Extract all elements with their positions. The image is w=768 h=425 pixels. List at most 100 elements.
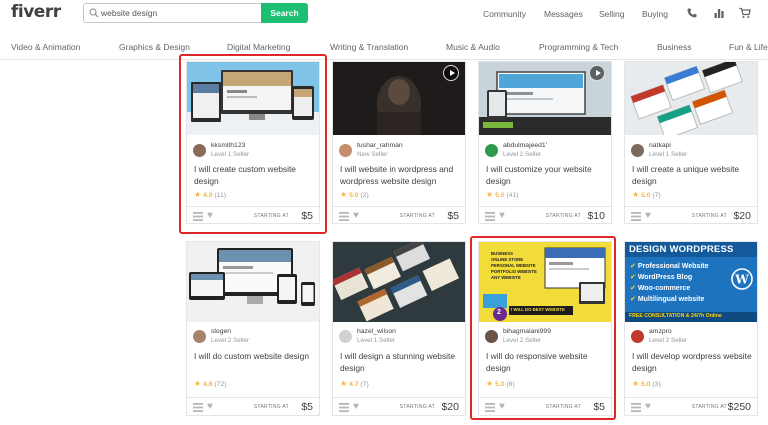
gig-title[interactable]: I will website in wordpress and wordpres… [340, 164, 464, 187]
category-writing-translation[interactable]: Writing & Translation [330, 42, 408, 52]
menu-icon[interactable] [339, 212, 349, 221]
heart-icon[interactable]: ♥ [207, 402, 213, 412]
heart-icon[interactable]: ♥ [645, 402, 651, 412]
starting-at-label: STARTING AT [545, 213, 581, 219]
gig-card[interactable]: abdulmajeed1' Level 2 Seller I will cust… [478, 61, 612, 224]
avatar[interactable] [339, 144, 352, 157]
avatar[interactable] [485, 144, 498, 157]
card-footer: ♥ STARTING AT $5 [333, 206, 465, 224]
seller-level: Level 2 Seller [649, 337, 688, 344]
rating-count: (41) [506, 192, 519, 199]
seller-name[interactable]: abdulmajeed1' [503, 142, 547, 149]
rating-value: 5.0 [349, 192, 359, 199]
gig-rating: ★ 5.0 (2) [340, 190, 369, 199]
gig-card[interactable]: DESIGN WORDPRESS ✔ Professional Website … [624, 241, 758, 416]
starting-at-label: STARTING AT [691, 213, 727, 219]
avatar[interactable] [339, 330, 352, 343]
thumbnail-lines: ✔ Professional Website ✔ WordPress Blog … [630, 261, 709, 305]
star-icon: ★ [340, 190, 348, 199]
gig-thumbnail[interactable] [187, 242, 319, 322]
category-fun-lifestyle[interactable]: Fun & Lifestyle [729, 42, 768, 52]
gig-rating: ★ 4.6 (72) [194, 379, 227, 388]
category-video-animation[interactable]: Video & Animation [11, 42, 80, 52]
seller-name[interactable]: amzpro [649, 328, 672, 335]
heart-icon[interactable]: ♥ [499, 211, 505, 221]
heart-icon[interactable]: ♥ [645, 211, 651, 221]
category-programming-tech[interactable]: Programming & Tech [539, 42, 618, 52]
seller-info: amzpro Level 2 Seller [631, 328, 751, 350]
nav-buying[interactable]: Buying [642, 9, 668, 19]
search-icon [89, 8, 99, 18]
category-business[interactable]: Business [657, 42, 692, 52]
gig-price: $250 [727, 401, 751, 413]
nav-community[interactable]: Community [483, 9, 526, 19]
gig-card[interactable]: natkapi Level 1 Seller I will create a u… [624, 61, 758, 224]
gig-card[interactable]: hazel_wilson Level 1 Seller I will desig… [332, 241, 466, 416]
thumbnail-footer: FREE CONSULTATION & 24/7h Online [629, 313, 722, 319]
category-graphics-design[interactable]: Graphics & Design [119, 42, 190, 52]
card-footer: ♥ STARTING AT $250 [625, 397, 757, 415]
play-icon[interactable] [443, 65, 459, 81]
nav-selling[interactable]: Selling [599, 9, 625, 19]
menu-icon[interactable] [485, 212, 495, 221]
thumbnail-title: DESIGN WORDPRESS [629, 244, 734, 255]
gig-title[interactable]: I will develop wordpress website design [632, 351, 756, 374]
avatar[interactable] [193, 330, 206, 343]
stats-icon[interactable] [713, 7, 725, 19]
fiverr-logo[interactable]: fiverr [11, 2, 61, 22]
gig-rating: ★ 5.0 (3) [632, 379, 661, 388]
play-icon[interactable] [589, 65, 605, 81]
seller-name[interactable]: hazel_wilson [357, 328, 396, 335]
gig-title[interactable]: I will customize your website design [486, 164, 610, 187]
gig-title[interactable]: I will do custom website design [194, 351, 318, 363]
seller-name[interactable]: natkapi [649, 142, 671, 149]
phone-icon[interactable] [686, 7, 698, 19]
seller-info: hazel_wilson Level 1 Seller [339, 328, 459, 350]
search-button[interactable]: Search [261, 3, 308, 23]
cart-icon[interactable] [739, 7, 751, 19]
gig-card[interactable]: slogen Level 2 Seller I will do custom w… [186, 241, 320, 416]
seller-level: Level 2 Seller [503, 151, 542, 158]
seller-level: New Seller [357, 151, 388, 158]
gig-title[interactable]: I will design a stunning website design [340, 351, 464, 374]
search-box[interactable] [83, 3, 261, 23]
heart-icon[interactable]: ♥ [353, 211, 359, 221]
star-icon: ★ [486, 190, 494, 199]
gig-rating: ★ 4.7 (7) [340, 379, 369, 388]
menu-icon[interactable] [339, 403, 349, 412]
rating-value: 4.7 [349, 381, 359, 388]
nav-messages[interactable]: Messages [544, 9, 583, 19]
avatar[interactable] [631, 330, 644, 343]
rating-count: (72) [214, 381, 227, 388]
gig-thumbnail[interactable] [333, 242, 465, 322]
gig-price: $20 [441, 401, 459, 413]
card-footer: ♥ STARTING AT $10 [479, 206, 611, 224]
gig-thumbnail[interactable] [625, 62, 757, 135]
gig-thumbnail[interactable]: DESIGN WORDPRESS ✔ Professional Website … [625, 242, 757, 322]
card-footer: ♥ STARTING AT $20 [333, 397, 465, 415]
gig-thumbnail[interactable] [479, 62, 611, 135]
gig-price: $5 [447, 210, 459, 222]
gig-price: $20 [733, 210, 751, 222]
top-header: fiverr Search Community Messages Selling… [0, 0, 768, 30]
rating-count: (7) [360, 381, 369, 388]
gig-title[interactable]: I will create a unique website design [632, 164, 756, 187]
heart-icon[interactable]: ♥ [353, 402, 359, 412]
gig-thumbnail[interactable] [333, 62, 465, 135]
menu-icon[interactable] [193, 403, 203, 412]
gig-card[interactable]: tushar_rahman New Seller I will website … [332, 61, 466, 224]
starting-at-label: STARTING AT [691, 404, 727, 410]
seller-name[interactable]: slogen [211, 328, 231, 335]
category-bar: Video & Animation Graphics & Design Digi… [0, 36, 768, 60]
category-digital-marketing[interactable]: Digital Marketing [227, 42, 290, 52]
menu-icon[interactable] [631, 212, 641, 221]
gig-rating: ★ 5.0 (41) [486, 190, 519, 199]
avatar[interactable] [631, 144, 644, 157]
seller-info: slogen Level 2 Seller [193, 328, 313, 350]
category-music-audio[interactable]: Music & Audio [446, 42, 500, 52]
seller-name[interactable]: tushar_rahman [357, 142, 403, 149]
seller-info: abdulmajeed1' Level 2 Seller [485, 142, 605, 164]
menu-icon[interactable] [631, 403, 641, 412]
search-input[interactable] [101, 5, 259, 21]
seller-info: tushar_rahman New Seller [339, 142, 459, 164]
